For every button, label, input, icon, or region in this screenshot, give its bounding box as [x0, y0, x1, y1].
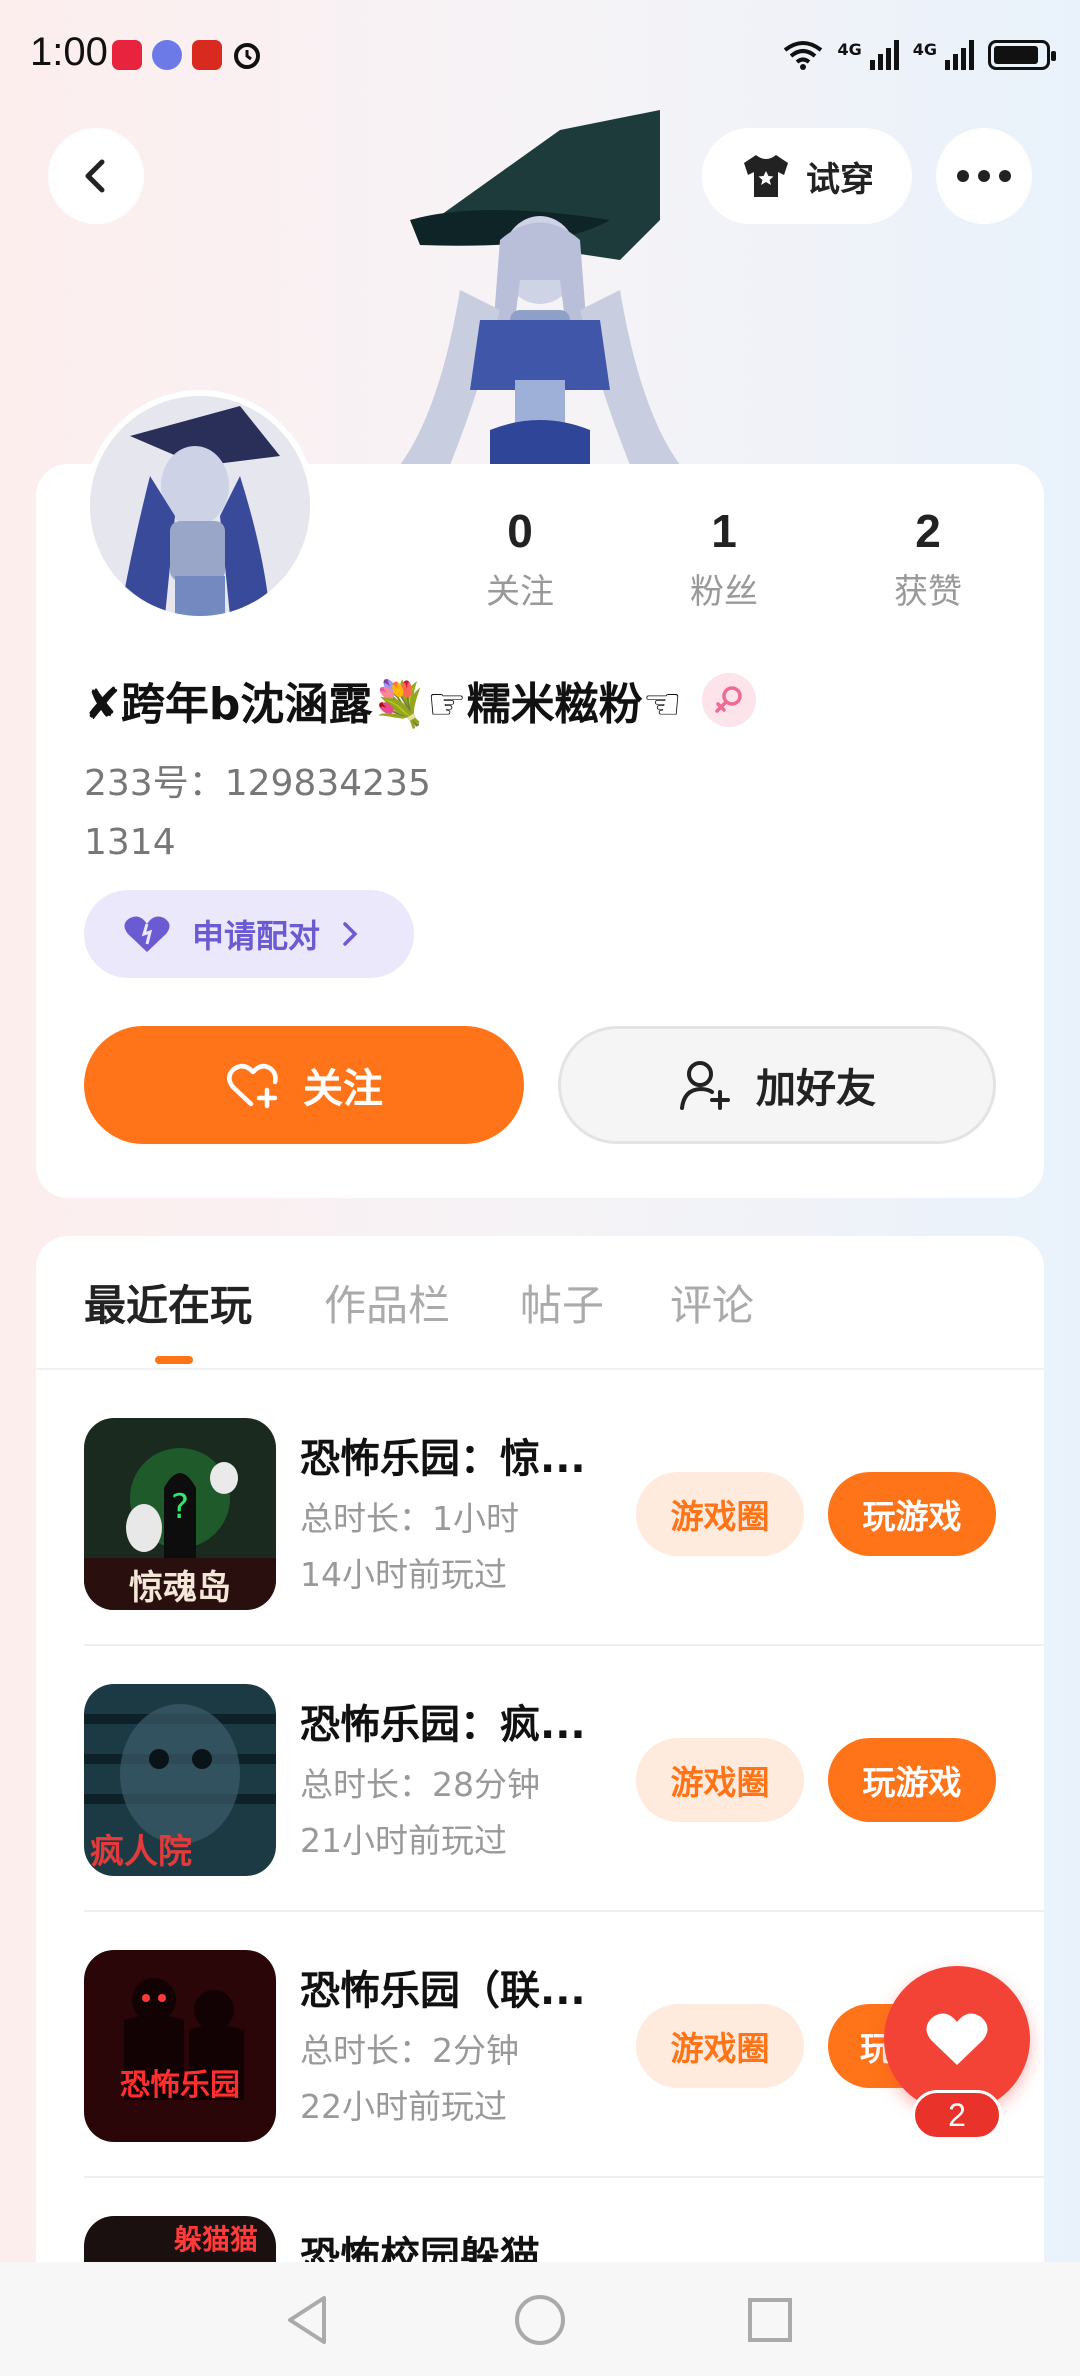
follow-label: 关注 — [303, 1066, 383, 1112]
wifi-icon — [784, 41, 823, 70]
user-id: 233号：129834235 — [84, 763, 431, 804]
avatar[interactable] — [84, 390, 316, 622]
music-notification-icon — [152, 40, 182, 70]
tab-recently-played[interactable]: 最近在玩 — [84, 1272, 252, 1333]
add-friend-button[interactable]: 加好友 — [558, 1026, 996, 1144]
game-circle-button[interactable]: 游戏圈 — [636, 1738, 804, 1822]
status-time: 1:00 — [30, 30, 108, 74]
back-button[interactable] — [48, 128, 144, 224]
play-game-button[interactable]: 玩游戏 — [828, 1738, 996, 1822]
svg-text:?: ? — [171, 1487, 189, 1527]
nav-home-button[interactable] — [510, 2290, 570, 2350]
following-label: 关注 — [486, 572, 554, 612]
square-recents-icon — [748, 2298, 792, 2342]
game-last-played: 21小时前玩过 — [300, 1821, 507, 1860]
game-thumb-text: 恐怖乐园 — [120, 2068, 240, 2103]
game-last-played: 22小时前玩过 — [300, 2087, 507, 2126]
game-title: 恐怖乐园：惊... — [300, 1436, 586, 1482]
stat-fans[interactable]: 1 粉丝 — [644, 504, 804, 613]
game-thumb-text: 疯人院 — [90, 1832, 192, 1872]
nav-back-button[interactable] — [278, 2290, 338, 2350]
more-button[interactable] — [936, 128, 1032, 224]
network-type-2: 4G — [912, 40, 937, 59]
shop-notification-icon — [192, 40, 222, 70]
stat-likes[interactable]: 2 获赞 — [848, 504, 1008, 613]
bio: 1314 — [84, 822, 176, 863]
game-thumb-text: 躲猫猫 — [174, 2223, 259, 2256]
tab-divider — [36, 1368, 1044, 1370]
chevron-right-icon — [343, 922, 358, 946]
game-row[interactable]: 疯人院 恐怖乐园：疯... 总时长：28分钟 21小时前玩过 游戏圈 玩游戏 — [84, 1646, 1044, 1912]
game-title: 恐怖乐园（联... — [300, 1968, 586, 2014]
game-thumbnail[interactable]: 疯人院 — [84, 1684, 276, 1876]
nickname: ✘跨年b沈涵露💐☞糯米糍粉☜ — [84, 668, 757, 732]
add-friend-label: 加好友 — [756, 1066, 876, 1112]
female-gender-icon — [702, 673, 757, 727]
fans-count: 1 — [711, 505, 737, 557]
play-game-button[interactable]: 玩游戏 — [828, 1472, 996, 1556]
likes-label: 获赞 — [894, 572, 962, 612]
try-on-label: 试穿 — [806, 159, 874, 200]
stat-following[interactable]: 0 关注 — [440, 504, 600, 613]
more-dots-icon — [957, 170, 1011, 182]
tab-posts[interactable]: 帖子 — [520, 1272, 604, 1333]
try-on-button[interactable]: 试穿 — [702, 128, 912, 224]
game-duration: 总时长：28分钟 — [300, 1765, 540, 1804]
heart-plus-icon — [227, 1063, 278, 1109]
like-count-badge: 2 — [912, 2090, 1002, 2140]
circle-home-icon — [515, 2295, 565, 2345]
following-count: 0 — [507, 505, 533, 557]
tab-indicator — [155, 1356, 193, 1364]
app-notification-icon — [112, 40, 142, 70]
game-title: 恐怖乐园：疯... — [300, 1702, 586, 1748]
shirt-icon — [744, 155, 788, 197]
tab-comments[interactable]: 评论 — [670, 1272, 754, 1333]
game-duration: 总时长：1小时 — [300, 1499, 519, 1538]
signal-icon-2 — [945, 40, 974, 70]
nickname-text: ✘跨年b沈涵露💐☞糯米糍粉☜ — [84, 679, 683, 730]
game-circle-button[interactable]: 游戏圈 — [636, 1472, 804, 1556]
network-type-1: 4G — [837, 40, 862, 59]
heart-icon — [926, 2013, 988, 2065]
game-thumb-text: 惊魂岛 — [129, 1568, 231, 1608]
system-nav-bar — [0, 2262, 1080, 2376]
apply-pair-button[interactable]: 申请配对 — [84, 890, 414, 978]
game-thumbnail[interactable]: 恐怖乐园 — [84, 1950, 276, 2142]
fans-label: 粉丝 — [690, 572, 758, 612]
character-illustration — [360, 110, 720, 465]
tab-works[interactable]: 作品栏 — [324, 1272, 450, 1333]
apply-pair-label: 申请配对 — [192, 917, 321, 955]
likes-count: 2 — [915, 505, 941, 557]
add-user-icon — [680, 1061, 730, 1110]
game-row[interactable]: ? 惊魂岛 恐怖乐园：惊... 总时长：1小时 14小时前玩过 游戏圈 玩游戏 — [84, 1380, 1044, 1646]
chevron-left-icon — [85, 159, 105, 193]
battery-icon — [988, 40, 1056, 70]
follow-button[interactable]: 关注 — [84, 1026, 524, 1144]
status-bar: 1:00 4G 4G — [0, 0, 1080, 110]
signal-icon-1 — [869, 40, 899, 70]
game-thumbnail[interactable]: ? 惊魂岛 — [84, 1418, 276, 1610]
game-last-played: 14小时前玩过 — [300, 1555, 507, 1594]
nav-recents-button[interactable] — [740, 2290, 800, 2350]
alarm-icon — [232, 40, 262, 70]
triangle-back-icon — [288, 2296, 326, 2344]
status-app-icons — [112, 40, 262, 70]
game-circle-button[interactable]: 游戏圈 — [636, 2004, 804, 2088]
game-duration: 总时长：2分钟 — [300, 2031, 519, 2070]
heart-pair-icon — [124, 916, 170, 952]
